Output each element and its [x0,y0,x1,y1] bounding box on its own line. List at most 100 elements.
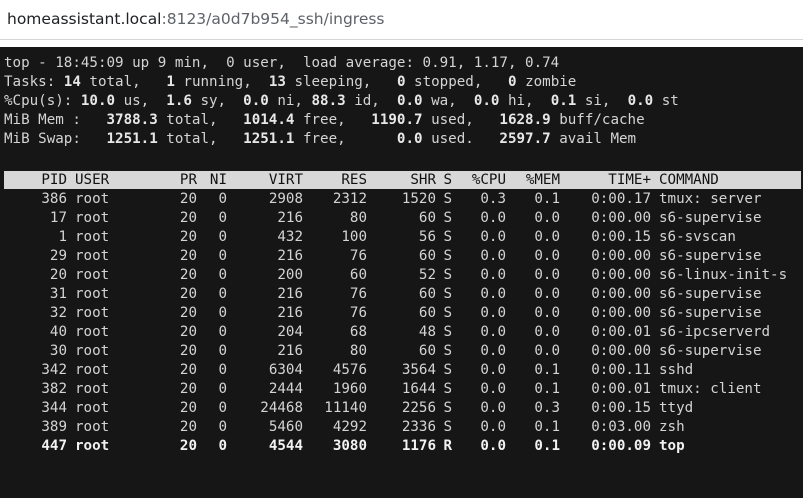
cell-shr: 2256 [401,400,436,416]
cell-user: root [75,438,110,454]
cell-mem: 0.0 [534,324,560,340]
table-row: 382 root 20 0 2444 1960 1644 S 0.0 0.1 0:00.01 tmux… [4,380,803,399]
cell-time: 0:00.00 [591,305,651,321]
cell-res: 76 [349,248,367,264]
cell-res: 4292 [332,419,367,435]
cell-cpu: 0.0 [480,343,506,359]
cell-shr: 2336 [401,419,436,435]
cell-cpu: 0.0 [480,229,506,245]
cell-ni: 0 [218,362,227,378]
cell-ni: 0 [218,248,227,264]
cell-user: root [75,210,110,226]
cell-pid: 344 [41,400,67,416]
header-pid: PID [41,172,67,188]
cell-mem: 0.0 [534,305,560,321]
header-user: USER [75,172,110,188]
cell-time: 0:00.15 [591,229,651,245]
cell-cpu: 0.0 [480,210,506,226]
cell-cpu: 0.0 [480,305,506,321]
cell-res: 4576 [332,362,367,378]
cell-mem: 0.1 [534,438,560,454]
cell-pr: 20 [179,324,197,340]
mem-line: MiB Mem : 3788.3 total, 1014.4 free, 119… [4,112,645,128]
cell-pid: 382 [41,381,67,397]
cell-mem: 0.1 [534,419,560,435]
cell-user: root [75,191,110,207]
header-state: S [443,172,452,188]
cell-cpu: 0.0 [480,400,506,416]
address-url[interactable]: homeassistant.local:8123/a0d7b954_ssh/in… [7,10,385,28]
cell-pr: 20 [179,286,197,302]
cell-time: 0:00.11 [591,362,651,378]
cell-res: 80 [349,343,367,359]
table-row: 29 root 20 0 216 76 60 S 0.0 0.0 0:00.00 s6-supervi… [4,247,803,266]
cell-state: S [443,381,452,397]
cell-shr: 3564 [401,362,436,378]
cell-state: S [443,343,452,359]
cell-cpu: 0.0 [480,286,506,302]
cell-state: S [443,286,452,302]
cell-pid: 20 [49,267,67,283]
cell-user: root [75,267,110,283]
cell-shr: 60 [418,286,436,302]
cell-virt: 24468 [260,400,303,416]
terminal[interactable]: top - 18:45:09 up 9 min, 0 user, load av… [0,47,803,498]
header-command: COMMAND [659,172,719,188]
cell-ni: 0 [218,191,227,207]
cell-time: 0:00.17 [591,191,651,207]
header-shr: SHR [410,172,436,188]
cell-mem: 0.1 [534,191,560,207]
table-row: 17 root 20 0 216 80 60 S 0.0 0.0 0:00.00 s6-supervi… [4,209,803,228]
cell-pr: 20 [179,343,197,359]
cell-ni: 0 [218,229,227,245]
cell-pr: 20 [179,191,197,207]
cell-pr: 20 [179,229,197,245]
cell-virt: 216 [277,210,303,226]
cell-ni: 0 [218,210,227,226]
cell-virt: 2444 [268,381,303,397]
cell-virt: 216 [277,286,303,302]
cell-state: S [443,419,452,435]
cell-mem: 0.0 [534,229,560,245]
cell-res: 60 [349,267,367,283]
cell-virt: 6304 [268,362,303,378]
cell-virt: 204 [277,324,303,340]
cell-mem: 0.0 [534,267,560,283]
cell-user: root [75,229,110,245]
cell-shr: 48 [418,324,436,340]
url-path: :8123/a0d7b954_ssh/ingress [161,10,385,28]
cell-command: s6-supervise [659,248,762,264]
cell-pr: 20 [179,305,197,321]
cell-pid: 447 [41,438,67,454]
header-ni: NI [209,172,227,188]
cell-pr: 20 [179,400,197,416]
table-row: 447 root 20 0 4544 3080 1176 R 0.0 0.1 0:00.09 top [4,437,803,456]
cell-cpu: 0.0 [480,362,506,378]
cell-state: S [443,210,452,226]
cell-pid: 32 [49,305,67,321]
cell-user: root [75,286,110,302]
cell-pid: 31 [49,286,67,302]
cell-state: S [443,305,452,321]
cell-time: 0:00.09 [591,438,651,454]
cell-pr: 20 [179,381,197,397]
cell-virt: 432 [277,229,303,245]
cell-time: 0:00.15 [591,400,651,416]
cell-res: 3080 [332,438,367,454]
cell-state: S [443,362,452,378]
cell-shr: 60 [418,305,436,321]
cell-pr: 20 [179,438,197,454]
header-res: RES [341,172,367,188]
table-row: 30 root 20 0 216 80 60 S 0.0 0.0 0:00.00 s6-supervi… [4,342,803,361]
cell-ni: 0 [218,286,227,302]
cell-res: 2312 [332,191,367,207]
cell-pid: 1 [58,229,67,245]
cell-cpu: 0.3 [480,191,506,207]
cell-state: S [443,248,452,264]
cell-command: zsh [659,419,685,435]
cell-user: root [75,400,110,416]
cell-time: 0:00.01 [591,381,651,397]
cell-ni: 0 [218,267,227,283]
address-bar[interactable]: homeassistant.local:8123/a0d7b954_ssh/in… [0,0,803,40]
cell-shr: 60 [418,248,436,264]
